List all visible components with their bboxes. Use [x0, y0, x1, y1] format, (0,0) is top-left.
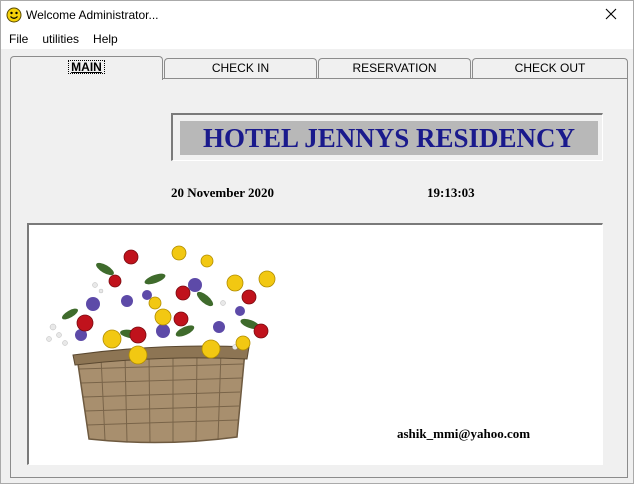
current-date: 20 November 2020: [171, 185, 275, 200]
tab-main-label: MAIN: [68, 60, 105, 74]
tab-reservation-label: RESERVATION: [352, 61, 437, 75]
image-frame: ashik_mmi@yahoo.com: [27, 223, 603, 465]
tab-main[interactable]: MAIN: [10, 56, 163, 80]
tab-check-in[interactable]: CHECK IN: [164, 58, 317, 78]
menu-help[interactable]: Help: [86, 31, 125, 47]
close-icon: [605, 8, 617, 23]
main-tab-panel: HOTEL JENNYS RESIDENCY 20 November 2020 …: [10, 78, 628, 478]
window-title: Welcome Administrator...: [26, 8, 159, 22]
smiley-app-icon: [6, 7, 22, 23]
current-time: 19:13:03: [427, 185, 475, 200]
title-bar[interactable]: Welcome Administrator...: [1, 1, 633, 29]
tab-check-in-label: CHECK IN: [211, 61, 270, 75]
app-window: Welcome Administrator... File utilities …: [0, 0, 634, 484]
contact-email: ashik_mmi@yahoo.com: [397, 426, 531, 441]
menu-file[interactable]: File: [1, 31, 35, 47]
tab-check-out-label: CHECK OUT: [514, 61, 586, 75]
tab-strip: MAIN CHECK IN RESERVATION CHECK OUT: [10, 56, 628, 80]
client-area: MAIN CHECK IN RESERVATION CHECK OUT HOTE…: [1, 49, 633, 483]
tab-reservation[interactable]: RESERVATION: [318, 58, 471, 78]
close-button[interactable]: [589, 1, 633, 29]
hotel-name-heading: HOTEL JENNYS RESIDENCY: [180, 121, 598, 155]
menu-bar: File utilities Help: [1, 29, 633, 49]
flower-basket-image: [35, 239, 295, 452]
tab-check-out[interactable]: CHECK OUT: [472, 58, 628, 78]
menu-utilities[interactable]: utilities: [35, 31, 86, 47]
